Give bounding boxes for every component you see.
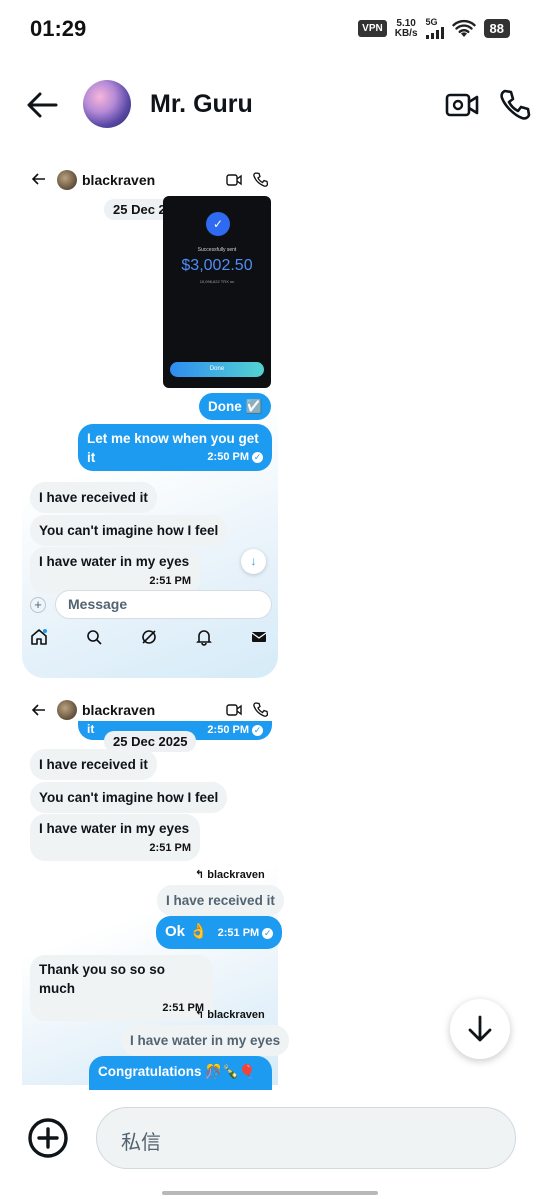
- message-text: Thank you so so so much: [39, 962, 166, 996]
- read-check-icon: ✓: [252, 724, 263, 736]
- network-type: 5G: [425, 17, 438, 27]
- screenshot-contact-name: blackraven: [82, 702, 156, 718]
- back-arrow-icon: [32, 173, 45, 185]
- message-bubble[interactable]: Ok 👌 2:51 PM ✓: [156, 916, 283, 949]
- message-time: 2:51 PM: [149, 842, 191, 854]
- screenshot-contact-name: blackraven: [82, 172, 156, 188]
- scroll-to-bottom-button[interactable]: [450, 999, 510, 1059]
- message-bubble[interactable]: You can't imagine how I feel: [30, 782, 228, 813]
- reply-reference: ↰ blackraven: [195, 1009, 265, 1021]
- network-speed: 5.10 KB/s: [394, 17, 418, 39]
- home-indicator: [162, 1191, 378, 1195]
- reply-reference: ↰ blackraven: [195, 869, 265, 881]
- contact-name[interactable]: Mr. Guru: [150, 90, 253, 119]
- message-text: You can't imagine how I feel: [39, 523, 219, 538]
- vpn-badge: VPN: [358, 20, 387, 37]
- message-time: 2:50 PM ✓: [207, 724, 263, 736]
- message-text: I have received it: [39, 757, 148, 772]
- read-check-icon: ✓: [262, 927, 274, 939]
- message-time: 2:51 PM: [162, 1002, 204, 1014]
- screenshot-message-input: Message: [55, 590, 272, 619]
- payment-done-button: Done: [170, 362, 264, 377]
- avatar: [57, 170, 77, 190]
- message-bubble[interactable]: Done ☑️: [199, 393, 272, 420]
- message-time: 2:50 PM ✓: [207, 451, 263, 463]
- battery-indicator: 88: [483, 19, 510, 38]
- message-time: 2:51 PM ✓: [217, 927, 274, 939]
- message-bubble[interactable]: Thank you so so so much 2:51 PM: [30, 955, 213, 1021]
- status-time: 01:29: [30, 16, 87, 41]
- message-bubble[interactable]: You can't imagine how I feel: [30, 515, 228, 546]
- mail-icon: [251, 632, 267, 642]
- read-check-icon: ✓: [252, 451, 263, 463]
- home-icon: [31, 629, 47, 645]
- plus-icon: +: [30, 597, 46, 613]
- message-composer: 私信: [0, 1090, 540, 1199]
- video-call-icon: [226, 174, 242, 186]
- message-bubble[interactable]: I have water in my eyes 2:51 PM: [30, 814, 200, 861]
- message-bubble[interactable]: I have water in my eyes 2:51 PM: [30, 547, 200, 594]
- message-input[interactable]: 私信: [96, 1107, 516, 1169]
- contact-avatar[interactable]: [83, 80, 131, 128]
- back-arrow-icon[interactable]: [26, 90, 58, 120]
- message-text: Ok 👌: [165, 923, 208, 940]
- add-media-button[interactable]: [27, 1117, 69, 1159]
- cellular-signal-icon: 5G: [425, 17, 444, 39]
- phone-icon[interactable]: [498, 88, 532, 122]
- video-call-icon[interactable]: [445, 92, 479, 118]
- quoted-message[interactable]: I have received it: [157, 885, 284, 916]
- message-text: I have received it: [39, 490, 148, 505]
- speed-unit: KB/s: [394, 27, 418, 39]
- status-icons: VPN 5.10 KB/s 5G 88: [358, 18, 510, 39]
- wifi-icon: [451, 19, 476, 37]
- grok-icon: [142, 630, 156, 644]
- phone-icon: [253, 702, 268, 717]
- payment-screenshot-image[interactable]: ✓ Successfully sent $3,002.50 10,096,622…: [163, 196, 271, 388]
- message-text: You can't imagine how I feel: [39, 790, 219, 805]
- message-bubble[interactable]: Congratulations 🎊🍾🎈: [89, 1056, 272, 1090]
- screenshot-header: blackraven: [22, 153, 278, 195]
- phone-icon: [253, 172, 268, 187]
- message-bubble[interactable]: Let me know when you get it 2:50 PM ✓: [78, 424, 272, 471]
- message-bubble[interactable]: I have received it: [30, 482, 157, 513]
- bell-icon: [196, 630, 212, 646]
- message-time: 2:51 PM: [149, 575, 191, 587]
- payment-amount: $3,002.50: [181, 257, 253, 274]
- back-arrow-icon: [32, 704, 45, 716]
- search-icon: [87, 630, 102, 645]
- screenshot-composer: + Message: [30, 590, 274, 620]
- message-text: Done ☑️: [208, 399, 263, 414]
- message-text: it: [87, 722, 95, 736]
- status-bar: 01:29 VPN 5.10 KB/s 5G 88: [0, 0, 540, 60]
- quoted-message[interactable]: I have water in my eyes: [121, 1025, 290, 1056]
- message-text: I have water in my eyes: [39, 821, 190, 836]
- message-text: I have water in my eyes: [39, 554, 190, 569]
- video-call-icon: [226, 704, 242, 716]
- screenshot-bottom-nav: [30, 628, 268, 652]
- avatar: [57, 700, 77, 720]
- payment-status: Successfully sent: [197, 247, 237, 253]
- chat-header: Mr. Guru: [0, 70, 540, 140]
- scroll-down-icon: ↓: [241, 549, 266, 574]
- arrow-down-icon: [468, 1015, 492, 1042]
- message-bubble[interactable]: I have received it: [30, 749, 157, 780]
- message-text: Congratulations 🎊🍾🎈: [98, 1064, 256, 1079]
- speed-value: 5.10: [396, 17, 416, 29]
- payment-sub: 10,096,622 TRX on: [199, 279, 235, 284]
- check-icon: ✓: [206, 212, 230, 236]
